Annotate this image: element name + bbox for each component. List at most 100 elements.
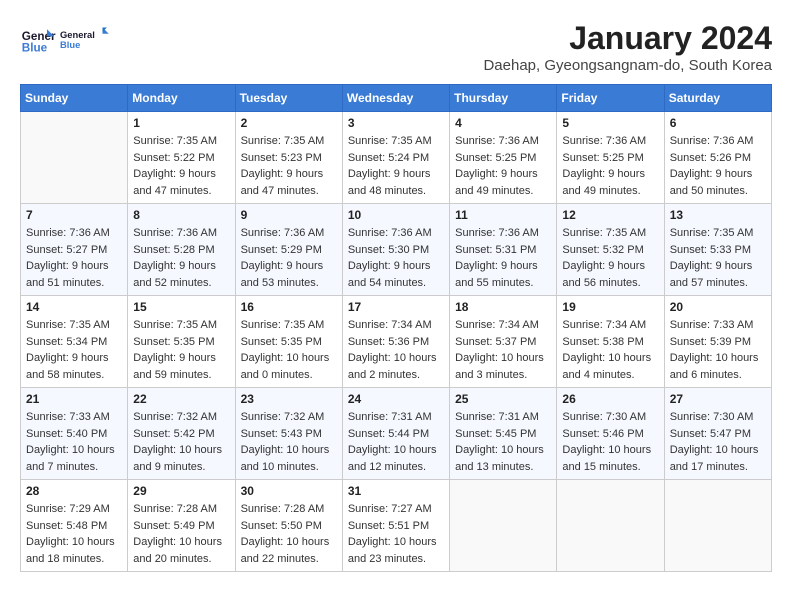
calendar-week-row: 1Sunrise: 7:35 AMSunset: 5:22 PMDaylight… bbox=[21, 112, 772, 204]
day-detail: Daylight: 9 hours and 52 minutes. bbox=[133, 258, 229, 291]
day-info: Sunrise: 7:31 AMSunset: 5:44 PMDaylight:… bbox=[348, 409, 444, 475]
day-number: 29 bbox=[133, 484, 229, 498]
day-detail: Sunrise: 7:32 AM bbox=[241, 409, 337, 426]
calendar-week-row: 7Sunrise: 7:36 AMSunset: 5:27 PMDaylight… bbox=[21, 204, 772, 296]
day-info: Sunrise: 7:27 AMSunset: 5:51 PMDaylight:… bbox=[348, 501, 444, 567]
day-detail: Sunset: 5:35 PM bbox=[241, 334, 337, 351]
calendar-cell: 27 Sunrise: 7:30 AMSunset: 5:47 PMDayligh… bbox=[664, 388, 771, 480]
day-detail: Sunset: 5:33 PM bbox=[670, 242, 766, 259]
day-info: Sunrise: 7:36 AMSunset: 5:28 PMDaylight:… bbox=[133, 225, 229, 291]
day-detail: Daylight: 10 hours and 23 minutes. bbox=[348, 534, 444, 567]
day-number: 23 bbox=[241, 392, 337, 406]
day-detail: Sunset: 5:28 PM bbox=[133, 242, 229, 259]
day-detail: Sunrise: 7:36 AM bbox=[562, 133, 658, 150]
day-detail: Daylight: 10 hours and 12 minutes. bbox=[348, 442, 444, 475]
day-info: Sunrise: 7:35 AMSunset: 5:33 PMDaylight:… bbox=[670, 225, 766, 291]
day-detail: Sunrise: 7:36 AM bbox=[26, 225, 122, 242]
day-detail: Sunrise: 7:33 AM bbox=[26, 409, 122, 426]
day-number: 3 bbox=[348, 116, 444, 130]
day-detail: Sunset: 5:31 PM bbox=[455, 242, 551, 259]
day-detail: Sunrise: 7:35 AM bbox=[26, 317, 122, 334]
day-info: Sunrise: 7:32 AMSunset: 5:43 PMDaylight:… bbox=[241, 409, 337, 475]
day-of-week-header: Friday bbox=[557, 85, 664, 112]
day-number: 18 bbox=[455, 300, 551, 314]
day-detail: Sunrise: 7:36 AM bbox=[670, 133, 766, 150]
day-detail: Sunset: 5:36 PM bbox=[348, 334, 444, 351]
day-detail: Sunrise: 7:34 AM bbox=[348, 317, 444, 334]
day-info: Sunrise: 7:35 AMSunset: 5:32 PMDaylight:… bbox=[562, 225, 658, 291]
day-detail: Daylight: 9 hours and 53 minutes. bbox=[241, 258, 337, 291]
day-detail: Sunrise: 7:35 AM bbox=[133, 133, 229, 150]
day-detail: Sunrise: 7:28 AM bbox=[241, 501, 337, 518]
calendar-cell: 28Sunrise: 7:29 AMSunset: 5:48 PMDayligh… bbox=[21, 480, 128, 572]
day-detail: Daylight: 10 hours and 9 minutes. bbox=[133, 442, 229, 475]
calendar-table: SundayMondayTuesdayWednesdayThursdayFrid… bbox=[20, 84, 772, 572]
day-detail: Sunset: 5:47 PM bbox=[670, 426, 766, 443]
day-number: 6 bbox=[670, 116, 766, 130]
day-number: 26 bbox=[562, 392, 658, 406]
svg-text:Blue: Blue bbox=[22, 42, 48, 55]
day-detail: Sunset: 5:24 PM bbox=[348, 150, 444, 167]
day-info: Sunrise: 7:29 AMSunset: 5:48 PMDaylight:… bbox=[26, 501, 122, 567]
day-detail: Daylight: 9 hours and 49 minutes. bbox=[562, 166, 658, 199]
day-of-week-header: Wednesday bbox=[342, 85, 449, 112]
day-detail: Sunrise: 7:33 AM bbox=[670, 317, 766, 334]
day-detail: Sunset: 5:26 PM bbox=[670, 150, 766, 167]
calendar-cell bbox=[664, 480, 771, 572]
day-info: Sunrise: 7:36 AMSunset: 5:25 PMDaylight:… bbox=[562, 133, 658, 199]
day-number: 19 bbox=[562, 300, 658, 314]
calendar-cell: 11Sunrise: 7:36 AMSunset: 5:31 PMDayligh… bbox=[450, 204, 557, 296]
day-info: Sunrise: 7:33 AMSunset: 5:39 PMDaylight:… bbox=[670, 317, 766, 383]
day-detail: Sunrise: 7:36 AM bbox=[455, 225, 551, 242]
day-number: 8 bbox=[133, 208, 229, 222]
day-detail: Sunrise: 7:36 AM bbox=[348, 225, 444, 242]
day-detail: Daylight: 9 hours and 58 minutes. bbox=[26, 350, 122, 383]
day-detail: Sunset: 5:38 PM bbox=[562, 334, 658, 351]
day-detail: Sunset: 5:51 PM bbox=[348, 518, 444, 535]
svg-text:Blue: Blue bbox=[60, 40, 80, 50]
day-detail: Daylight: 10 hours and 15 minutes. bbox=[562, 442, 658, 475]
day-info: Sunrise: 7:34 AMSunset: 5:37 PMDaylight:… bbox=[455, 317, 551, 383]
day-detail: Sunrise: 7:30 AM bbox=[670, 409, 766, 426]
day-detail: Sunrise: 7:32 AM bbox=[133, 409, 229, 426]
day-detail: Daylight: 10 hours and 6 minutes. bbox=[670, 350, 766, 383]
day-detail: Daylight: 9 hours and 56 minutes. bbox=[562, 258, 658, 291]
day-detail: Daylight: 9 hours and 50 minutes. bbox=[670, 166, 766, 199]
day-detail: Daylight: 10 hours and 3 minutes. bbox=[455, 350, 551, 383]
day-info: Sunrise: 7:32 AMSunset: 5:42 PMDaylight:… bbox=[133, 409, 229, 475]
day-of-week-header: Monday bbox=[128, 85, 235, 112]
calendar-cell: 6 Sunrise: 7:36 AMSunset: 5:26 PMDaylight… bbox=[664, 112, 771, 204]
day-number: 2 bbox=[241, 116, 337, 130]
day-detail: Sunset: 5:43 PM bbox=[241, 426, 337, 443]
day-info: Sunrise: 7:36 AMSunset: 5:31 PMDaylight:… bbox=[455, 225, 551, 291]
calendar-cell: 22Sunrise: 7:32 AMSunset: 5:42 PMDayligh… bbox=[128, 388, 235, 480]
calendar-cell: 20Sunrise: 7:33 AMSunset: 5:39 PMDayligh… bbox=[664, 296, 771, 388]
calendar-cell bbox=[21, 112, 128, 204]
day-detail: Sunrise: 7:35 AM bbox=[241, 133, 337, 150]
day-detail: Daylight: 10 hours and 13 minutes. bbox=[455, 442, 551, 475]
day-detail: Sunrise: 7:35 AM bbox=[241, 317, 337, 334]
day-detail: Sunset: 5:37 PM bbox=[455, 334, 551, 351]
day-detail: Sunrise: 7:36 AM bbox=[133, 225, 229, 242]
day-info: Sunrise: 7:30 AMSunset: 5:46 PMDaylight:… bbox=[562, 409, 658, 475]
calendar-cell: 24Sunrise: 7:31 AMSunset: 5:44 PMDayligh… bbox=[342, 388, 449, 480]
day-number: 16 bbox=[241, 300, 337, 314]
day-info: Sunrise: 7:30 AMSunset: 5:47 PMDaylight:… bbox=[670, 409, 766, 475]
calendar-cell: 14Sunrise: 7:35 AMSunset: 5:34 PMDayligh… bbox=[21, 296, 128, 388]
day-detail: Sunrise: 7:34 AM bbox=[455, 317, 551, 334]
day-detail: Sunset: 5:46 PM bbox=[562, 426, 658, 443]
day-info: Sunrise: 7:35 AMSunset: 5:23 PMDaylight:… bbox=[241, 133, 337, 199]
day-detail: Sunrise: 7:35 AM bbox=[133, 317, 229, 334]
calendar-header-row: SundayMondayTuesdayWednesdayThursdayFrid… bbox=[21, 85, 772, 112]
day-detail: Sunrise: 7:35 AM bbox=[348, 133, 444, 150]
day-number: 17 bbox=[348, 300, 444, 314]
day-number: 27 bbox=[670, 392, 766, 406]
calendar-cell: 23 Sunrise: 7:32 AMSunset: 5:43 PMDayligh… bbox=[235, 388, 342, 480]
day-info: Sunrise: 7:33 AMSunset: 5:40 PMDaylight:… bbox=[26, 409, 122, 475]
calendar-cell bbox=[450, 480, 557, 572]
day-detail: Sunrise: 7:35 AM bbox=[670, 225, 766, 242]
day-number: 14 bbox=[26, 300, 122, 314]
day-info: Sunrise: 7:35 AMSunset: 5:24 PMDaylight:… bbox=[348, 133, 444, 199]
day-detail: Daylight: 10 hours and 18 minutes. bbox=[26, 534, 122, 567]
day-of-week-header: Thursday bbox=[450, 85, 557, 112]
